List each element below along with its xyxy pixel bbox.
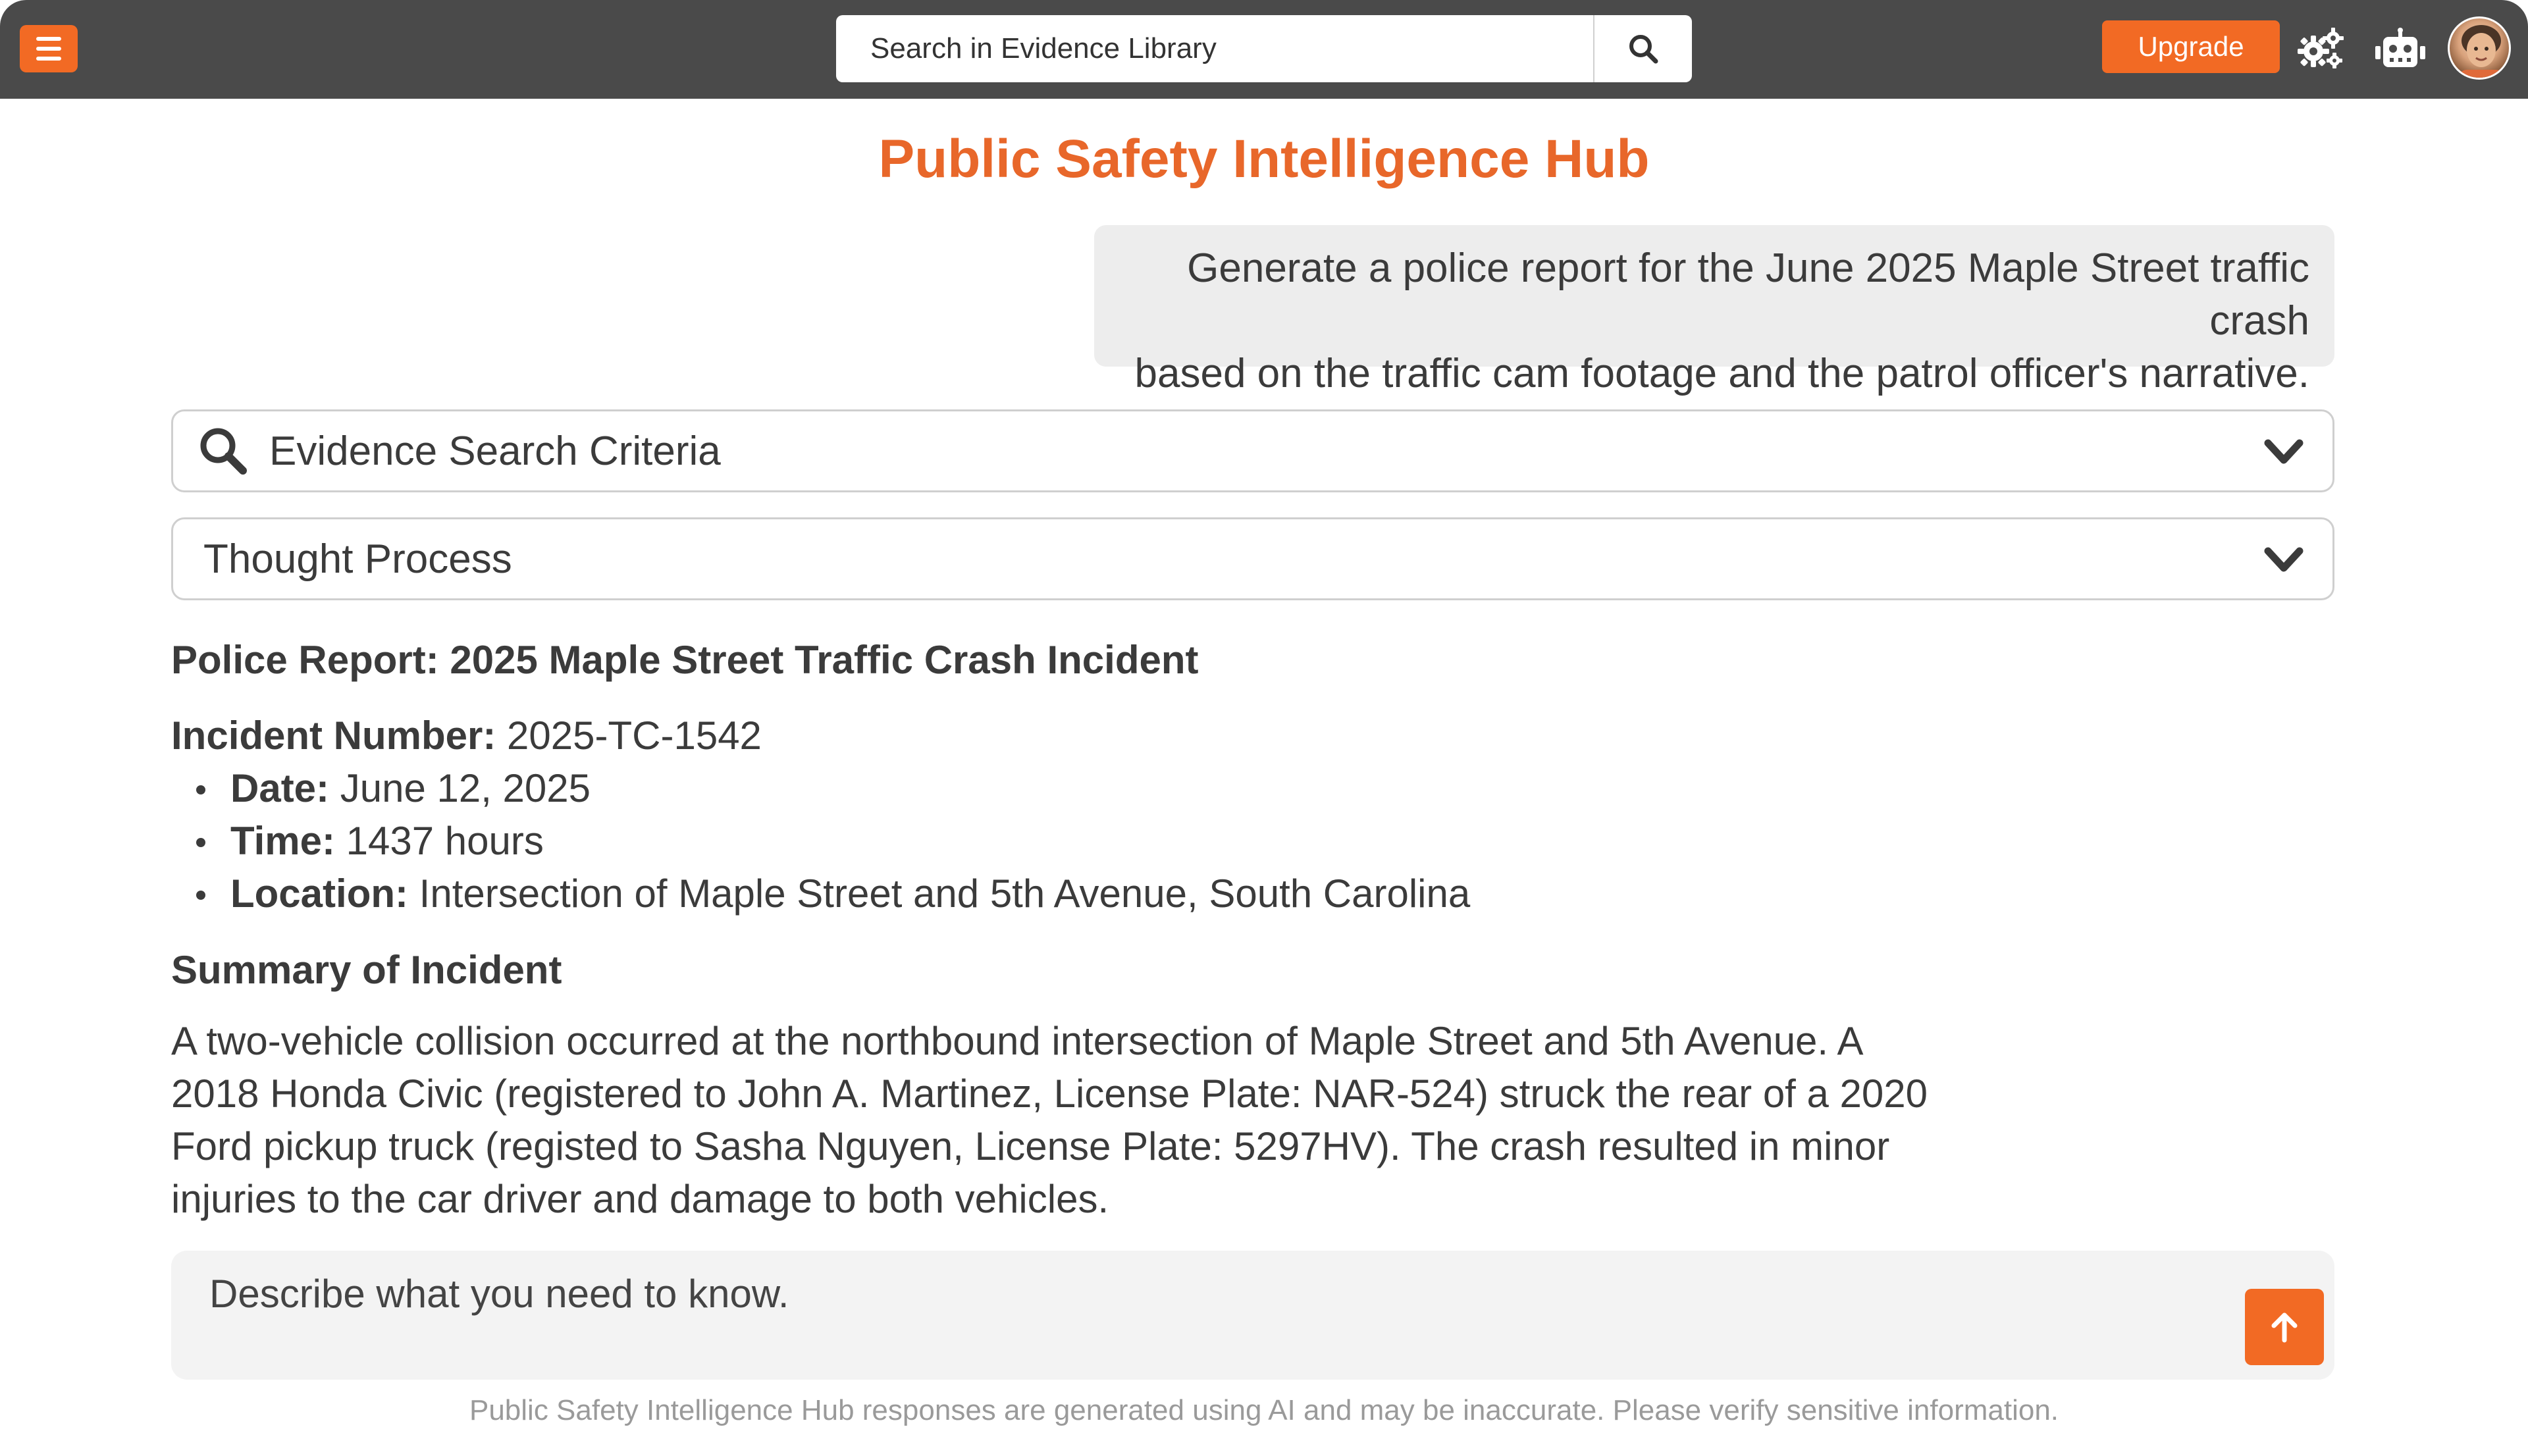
search-input[interactable] xyxy=(836,15,1593,82)
message-input[interactable] xyxy=(208,1270,2183,1317)
robot-icon xyxy=(2375,28,2425,67)
search-icon xyxy=(1629,35,1658,64)
chevron-down-icon xyxy=(2264,547,2304,572)
incident-number-value: 2025-TC-1542 xyxy=(507,714,762,758)
page-title: Public Safety Intelligence Hub xyxy=(878,129,1650,189)
detail-date: Date: June 12, 2025 xyxy=(196,762,1949,815)
summary-line: 2018 Honda Civic (registered to John A. … xyxy=(171,1072,1928,1116)
arrow-up-icon xyxy=(2271,1313,2298,1343)
incident-details-list: Date: June 12, 2025 Time: 1437 hours Loc… xyxy=(171,762,1949,920)
user-message-bubble: Generate a police report for the June 20… xyxy=(1094,225,2334,396)
summary-line: injuries to the car driver and damage to… xyxy=(171,1177,1109,1221)
summary-line: A two-vehicle collision occurred at the … xyxy=(171,1019,1864,1063)
detail-value: June 12, 2025 xyxy=(340,766,591,810)
detail-time: Time: 1437 hours xyxy=(196,815,1949,868)
detail-label: Location: xyxy=(230,871,408,916)
detail-location: Location: Intersection of Maple Street a… xyxy=(196,868,1949,920)
report-heading: Police Report: 2025 Maple Street Traffic… xyxy=(171,638,1199,682)
panel-label: Thought Process xyxy=(203,536,512,582)
search-icon xyxy=(200,428,247,475)
detail-value: 1437 hours xyxy=(346,819,544,863)
user-message-line: Generate a police report for the June 20… xyxy=(1187,246,2309,344)
send-button[interactable] xyxy=(2245,1289,2324,1365)
ai-disclaimer: Public Safety Intelligence Hub responses… xyxy=(469,1394,2059,1426)
chevron-down-icon xyxy=(2264,439,2304,464)
search-button[interactable] xyxy=(1593,15,1692,82)
assistant-button[interactable] xyxy=(2375,28,2425,71)
incident-number: Incident Number: 2025-TC-1542 xyxy=(171,710,1949,762)
upgrade-button[interactable]: Upgrade xyxy=(2102,20,2280,73)
incident-number-label: Incident Number: xyxy=(171,714,496,758)
gears-icon xyxy=(2298,28,2344,68)
thought-process-panel[interactable]: Thought Process xyxy=(171,517,2334,600)
user-message-line: based on the traffic cam footage and the… xyxy=(1134,351,2310,396)
menu-button[interactable] xyxy=(20,25,78,72)
summary-line: Ford pickup truck (registed to Sasha Ngu… xyxy=(171,1124,1890,1168)
summary-body: A two-vehicle collision occurred at the … xyxy=(171,1015,1949,1226)
detail-label: Time: xyxy=(230,819,335,863)
top-navigation-bar: Upgrade xyxy=(0,0,2528,99)
summary-heading: Summary of Incident xyxy=(171,948,562,992)
panel-label: Evidence Search Criteria xyxy=(269,428,721,474)
detail-label: Date: xyxy=(230,766,330,810)
assistant-response: Police Report: 2025 Maple Street Traffic… xyxy=(171,631,1949,1226)
hamburger-icon xyxy=(36,37,61,41)
evidence-search-bar xyxy=(836,15,1692,82)
evidence-search-criteria-panel[interactable]: Evidence Search Criteria xyxy=(171,409,2334,492)
user-avatar[interactable] xyxy=(2448,16,2511,80)
avatar-image xyxy=(2459,25,2504,78)
message-composer xyxy=(171,1251,2334,1380)
settings-button[interactable] xyxy=(2298,26,2345,72)
detail-value: Intersection of Maple Street and 5th Ave… xyxy=(419,871,1471,916)
